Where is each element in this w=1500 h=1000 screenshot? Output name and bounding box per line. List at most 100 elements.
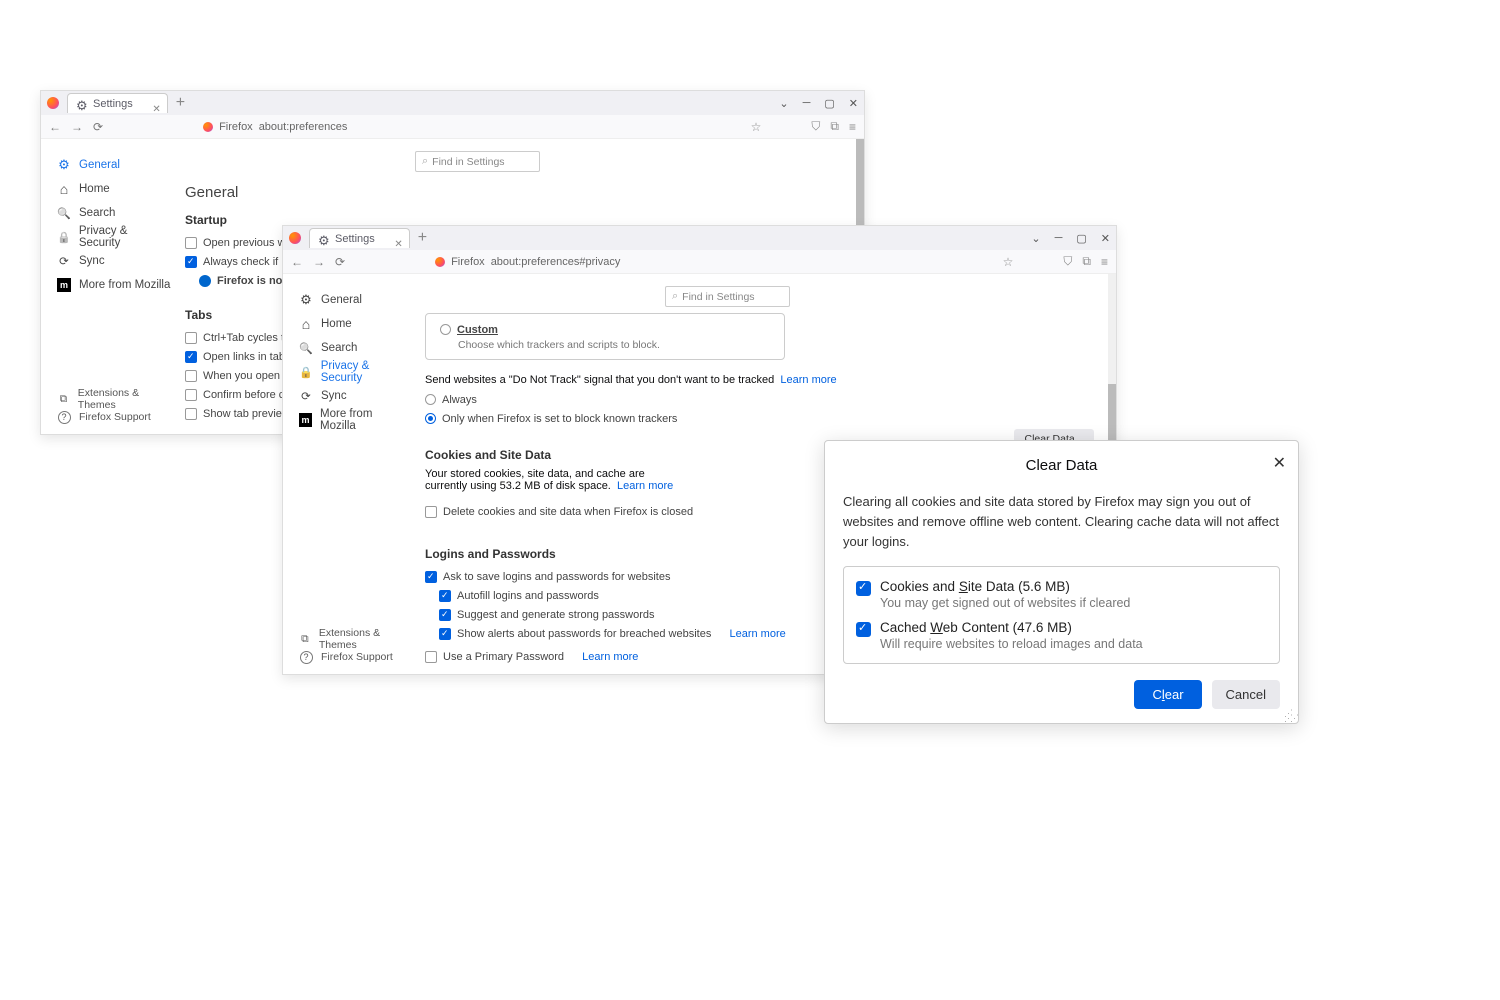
cancel-button[interactable]: Cancel <box>1212 680 1280 709</box>
bookmark-icon[interactable] <box>1003 255 1014 269</box>
find-in-settings[interactable]: Find in Settings <box>665 286 790 307</box>
cookies-learn-more-link[interactable]: Learn more <box>617 480 673 492</box>
nav-toolbar: ← → ⟳ Firefox about:preferences <box>41 115 864 139</box>
menu-icon[interactable] <box>1101 255 1108 269</box>
minimize-icon[interactable]: ─ <box>803 97 811 110</box>
reload-button[interactable]: ⟳ <box>93 120 103 134</box>
dnt-only-radio[interactable] <box>425 413 436 424</box>
new-tab-button[interactable]: + <box>410 229 435 247</box>
address-bar[interactable]: Firefox about:preferences <box>113 121 741 133</box>
ask-save-logins-checkbox[interactable] <box>425 571 437 583</box>
shield-icon[interactable] <box>1063 254 1072 269</box>
open-links-tabs-checkbox[interactable] <box>185 351 197 363</box>
preferences-sidebar: General Home Search Privacy & Security S… <box>41 139 171 434</box>
sidebar-item-extensions[interactable]: Extensions & Themes <box>299 630 405 648</box>
shield-icon[interactable] <box>811 119 820 134</box>
sidebar-item-support[interactable]: Firefox Support <box>299 648 405 666</box>
breach-learn-more-link[interactable]: Learn more <box>729 628 785 640</box>
sidebar-item-search[interactable]: Search <box>57 201 171 225</box>
home-icon <box>57 181 71 197</box>
sidebar-item-sync[interactable]: Sync <box>299 384 405 408</box>
tab-title: Settings <box>93 98 133 110</box>
dialog-options: Cookies and Site Data (5.6 MB) You may g… <box>843 566 1280 664</box>
maximize-icon[interactable]: ▢ <box>1076 232 1086 245</box>
sidebar-item-general[interactable]: General <box>299 288 405 312</box>
close-window-icon[interactable]: ✕ <box>849 97 858 110</box>
extensions-icon[interactable] <box>830 119 839 134</box>
close-window-icon[interactable]: ✕ <box>1101 232 1110 245</box>
custom-radio[interactable] <box>440 324 451 335</box>
sidebar-item-home[interactable]: Home <box>299 312 405 336</box>
cookies-option-label: Cookies and Site Data (5.6 MB) <box>880 579 1130 594</box>
cookies-checkbox[interactable] <box>856 581 871 596</box>
tab-title: Settings <box>335 233 375 245</box>
dnt-learn-more-link[interactable]: Learn more <box>780 374 836 386</box>
delete-on-close-checkbox[interactable] <box>425 506 437 518</box>
address-bar[interactable]: Firefox about:preferences#privacy <box>355 256 993 268</box>
default-browser-checkbox[interactable] <box>185 256 197 268</box>
dialog-description: Clearing all cookies and site data store… <box>843 492 1280 552</box>
sidebar-item-more[interactable]: More from Mozilla <box>299 408 405 432</box>
cache-option-desc: Will require websites to reload images a… <box>880 637 1143 651</box>
open-link-checkbox[interactable] <box>185 370 197 382</box>
dialog-close-button[interactable]: ✕ <box>1273 453 1286 473</box>
firefox-icon <box>203 122 213 132</box>
firefox-icon <box>47 97 59 109</box>
lock-icon <box>57 231 71 244</box>
ctrl-tab-checkbox[interactable] <box>185 332 197 344</box>
sidebar-item-sync[interactable]: Sync <box>57 249 171 273</box>
dnt-always-radio[interactable] <box>425 394 436 405</box>
dropdown-icon[interactable]: ⌄ <box>779 97 788 110</box>
gear-icon <box>299 292 313 308</box>
tab-settings[interactable]: Settings <box>67 93 168 113</box>
autofill-checkbox[interactable] <box>439 590 451 602</box>
custom-protection-box[interactable]: Custom Choose which trackers and scripts… <box>425 313 785 360</box>
sidebar-item-extensions[interactable]: Extensions & Themes <box>57 390 171 408</box>
clear-data-dialog: Clear Data ✕ Clearing all cookies and si… <box>824 440 1299 724</box>
mozilla-icon <box>299 413 312 427</box>
primary-password-checkbox[interactable] <box>425 651 437 663</box>
find-in-settings[interactable]: Find in Settings <box>415 151 540 172</box>
primary-pw-learn-more-link[interactable]: Learn more <box>582 651 638 663</box>
url-prefix: Firefox <box>219 121 253 133</box>
cache-checkbox[interactable] <box>856 622 871 637</box>
tab-previews-checkbox[interactable] <box>185 408 197 420</box>
sidebar-item-privacy[interactable]: Privacy & Security <box>299 360 405 384</box>
firefox-icon <box>435 257 445 267</box>
forward-button[interactable]: → <box>71 120 83 134</box>
sidebar-item-search[interactable]: Search <box>299 336 405 360</box>
forward-button[interactable]: → <box>313 255 325 269</box>
url-path: about:preferences#privacy <box>491 256 621 268</box>
menu-icon[interactable] <box>849 120 856 134</box>
sidebar-item-more[interactable]: More from Mozilla <box>57 273 171 297</box>
tab-settings[interactable]: Settings <box>309 228 410 248</box>
dropdown-icon[interactable]: ⌄ <box>1031 232 1040 245</box>
extensions-icon[interactable] <box>1082 254 1091 269</box>
back-button[interactable]: ← <box>291 255 303 269</box>
back-button[interactable]: ← <box>49 120 61 134</box>
puzzle-icon <box>57 393 70 406</box>
sidebar-item-privacy[interactable]: Privacy & Security <box>57 225 171 249</box>
gear-icon <box>57 157 71 173</box>
mozilla-icon <box>57 278 71 292</box>
puzzle-icon <box>299 633 311 646</box>
sync-icon <box>57 254 71 268</box>
sidebar-item-home[interactable]: Home <box>57 177 171 201</box>
open-previous-checkbox[interactable] <box>185 237 197 249</box>
clear-button[interactable]: Clear <box>1134 680 1201 709</box>
resize-grip-icon[interactable]: ⋰⋰⋰ <box>1284 711 1296 721</box>
breach-alerts-checkbox[interactable] <box>439 628 451 640</box>
suggest-passwords-checkbox[interactable] <box>439 609 451 621</box>
sidebar-item-general[interactable]: General <box>57 153 171 177</box>
bookmark-icon[interactable] <box>751 120 762 134</box>
dialog-title: Clear Data <box>843 457 1280 474</box>
help-icon <box>299 651 313 664</box>
minimize-icon[interactable]: ─ <box>1055 232 1063 245</box>
reload-button[interactable]: ⟳ <box>335 255 345 269</box>
help-icon <box>57 411 71 424</box>
tab-strip: Settings + ⌄ ─ ▢ ✕ <box>283 226 1116 250</box>
maximize-icon[interactable]: ▢ <box>824 97 834 110</box>
confirm-close-checkbox[interactable] <box>185 389 197 401</box>
info-icon <box>199 275 211 287</box>
new-tab-button[interactable]: + <box>168 94 193 112</box>
